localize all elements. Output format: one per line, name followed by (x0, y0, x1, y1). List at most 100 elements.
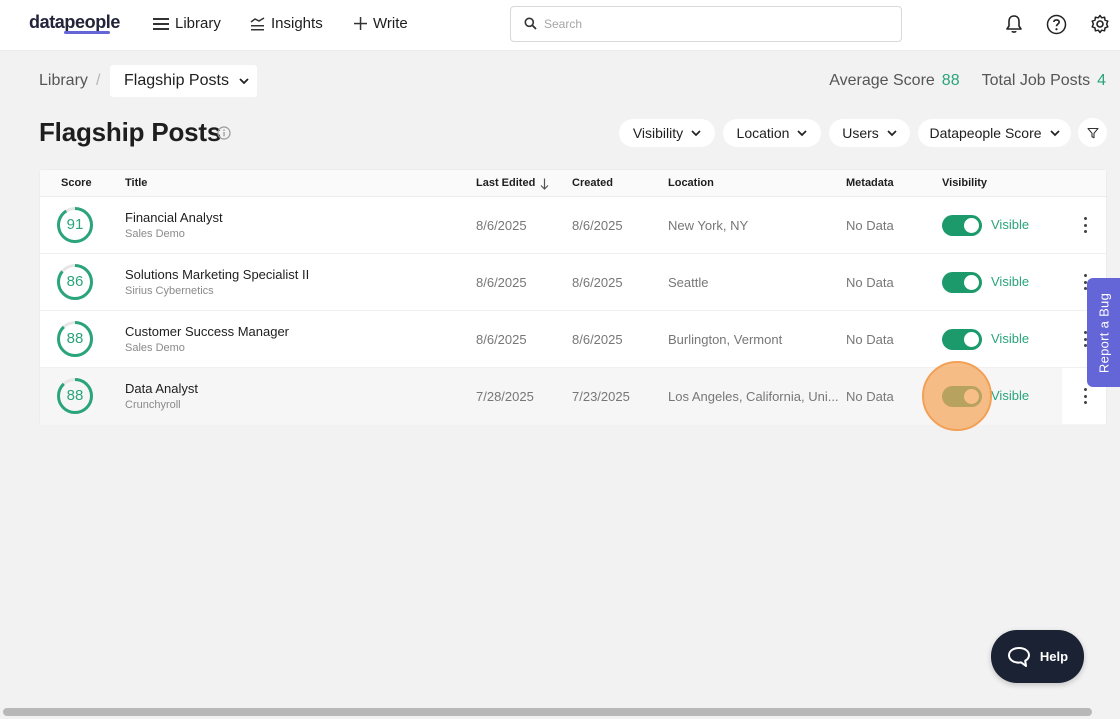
more-actions-icon[interactable] (1082, 388, 1088, 404)
location-value: Los Angeles, California, Uni... (668, 389, 839, 404)
filter-icon (1086, 127, 1099, 138)
plus-icon (354, 17, 367, 30)
breadcrumb-collection-dropdown[interactable]: Flagship Posts (110, 65, 257, 97)
gear-icon[interactable] (1090, 14, 1110, 34)
nav-write-label: Write (373, 15, 408, 32)
last-edited-date: 8/6/2025 (476, 332, 527, 347)
visibility-label: Visible (991, 274, 1030, 289)
visibility-toggle[interactable] (942, 272, 982, 293)
nav-insights[interactable]: Insights (250, 15, 323, 32)
visibility-label: Visible (991, 331, 1030, 346)
menu-icon (153, 17, 169, 30)
total-posts-value: 4 (1097, 72, 1106, 89)
visibility-toggle[interactable] (942, 215, 982, 236)
bell-icon[interactable] (1005, 14, 1023, 34)
filter-location-label: Location (736, 125, 790, 141)
column-header-title[interactable]: Title (125, 177, 147, 189)
column-header-location[interactable]: Location (668, 177, 714, 189)
chat-bubble-icon (1007, 646, 1030, 667)
chevron-down-icon (1049, 129, 1060, 136)
last-edited-date: 7/28/2025 (476, 389, 534, 404)
toggle-knob (964, 332, 979, 347)
table-row[interactable]: 86 Solutions Marketing Specialist II Siriu… (40, 254, 1106, 311)
created-date: 7/23/2025 (572, 389, 630, 404)
score-value: 86 (66, 273, 84, 290)
datapeople-logo[interactable]: datapeople (29, 12, 120, 33)
logo-underline (64, 31, 110, 34)
column-header-created[interactable]: Created (572, 177, 613, 189)
total-posts-stat: Total Job Posts 4 (982, 72, 1106, 90)
filter-visibility-label: Visibility (632, 125, 684, 141)
toggle-knob (964, 275, 979, 290)
column-header-metadata[interactable]: Metadata (846, 177, 894, 189)
score-value: 88 (66, 387, 84, 404)
last-edited-date: 8/6/2025 (476, 275, 527, 290)
column-header-visibility[interactable]: Visibility (942, 177, 987, 189)
chevron-down-icon (239, 77, 249, 84)
average-score-stat: Average Score 88 (829, 72, 959, 90)
horizontal-scrollbar[interactable] (0, 706, 1120, 719)
post-title[interactable]: Financial Analyst (125, 210, 223, 225)
report-bug-tab[interactable]: Report a Bug (1087, 278, 1120, 387)
created-date: 8/6/2025 (572, 332, 623, 347)
metadata-value: No Data (846, 218, 894, 233)
table-row[interactable]: 91 Financial Analyst Sales Demo 8/6/2025 8/6… (40, 197, 1106, 254)
post-title[interactable]: Solutions Marketing Specialist II (125, 267, 309, 282)
table-row[interactable]: 88 Data Analyst Crunchyroll 7/28/2025 7/23/2… (40, 368, 1106, 425)
breadcrumb-current-label: Flagship Posts (124, 72, 229, 89)
filter-datapeople-score[interactable]: Datapeople Score (918, 119, 1071, 147)
toggle-knob (964, 389, 979, 404)
search-icon (524, 17, 537, 30)
nav-library[interactable]: Library (153, 15, 221, 32)
page-title: Flagship Posts (39, 117, 222, 147)
nav-write[interactable]: Write (354, 15, 408, 32)
visibility-label: Visible (991, 388, 1030, 403)
location-value: Burlington, Vermont (668, 332, 783, 347)
scrollbar-thumb[interactable] (3, 708, 1092, 716)
help-button[interactable]: Help (991, 630, 1084, 683)
metadata-value: No Data (846, 389, 894, 404)
table-row[interactable]: 88 Customer Success Manager Sales Demo 8/6/… (40, 311, 1106, 368)
post-company: Sales Demo (125, 342, 185, 354)
visibility-label: Visible (991, 217, 1030, 232)
filter-users[interactable]: Users (829, 119, 910, 147)
table-header: Score Title Last Edited Created Location… (40, 170, 1106, 197)
average-score-value: 88 (941, 72, 960, 89)
visibility-toggle[interactable] (942, 386, 982, 407)
score-value: 88 (66, 330, 84, 347)
post-company: Sales Demo (125, 228, 185, 240)
nav-library-label: Library (175, 15, 221, 32)
created-date: 8/6/2025 (572, 218, 623, 233)
visibility-toggle[interactable] (942, 329, 982, 350)
created-date: 8/6/2025 (572, 275, 623, 290)
filter-users-label: Users (842, 125, 879, 141)
filter-button[interactable] (1078, 118, 1107, 147)
breadcrumb-library[interactable]: Library (39, 72, 88, 90)
metadata-value: No Data (846, 275, 894, 290)
report-bug-label: Report a Bug (1096, 292, 1111, 373)
chevron-down-icon (887, 129, 897, 136)
search-box (510, 6, 902, 42)
sort-descending-icon[interactable] (540, 178, 549, 190)
column-header-last-edited[interactable]: Last Edited (476, 177, 535, 189)
post-company: Crunchyroll (125, 399, 181, 411)
help-circle-icon[interactable] (1046, 14, 1067, 35)
toggle-knob (964, 218, 979, 233)
post-company: Sirius Cybernetics (125, 285, 214, 297)
help-label: Help (1039, 649, 1069, 664)
nav-insights-label: Insights (271, 15, 323, 32)
column-header-score[interactable]: Score (61, 177, 92, 189)
chevron-down-icon (797, 129, 808, 136)
more-actions-icon[interactable] (1082, 217, 1088, 233)
filter-location[interactable]: Location (723, 119, 821, 147)
filter-datapeople-score-label: Datapeople Score (929, 125, 1042, 141)
search-input[interactable] (544, 15, 884, 33)
collection-stats: Average Score 88 Total Job Posts 4 (829, 72, 1106, 90)
insights-icon (250, 16, 265, 30)
job-posts-table: Score Title Last Edited Created Location… (39, 169, 1107, 425)
post-title[interactable]: Data Analyst (125, 381, 198, 396)
filter-visibility[interactable]: Visibility (619, 119, 715, 147)
top-navigation-bar: datapeople Library Insights Write (0, 0, 1120, 51)
post-title[interactable]: Customer Success Manager (125, 324, 289, 339)
info-icon[interactable] (217, 126, 231, 140)
